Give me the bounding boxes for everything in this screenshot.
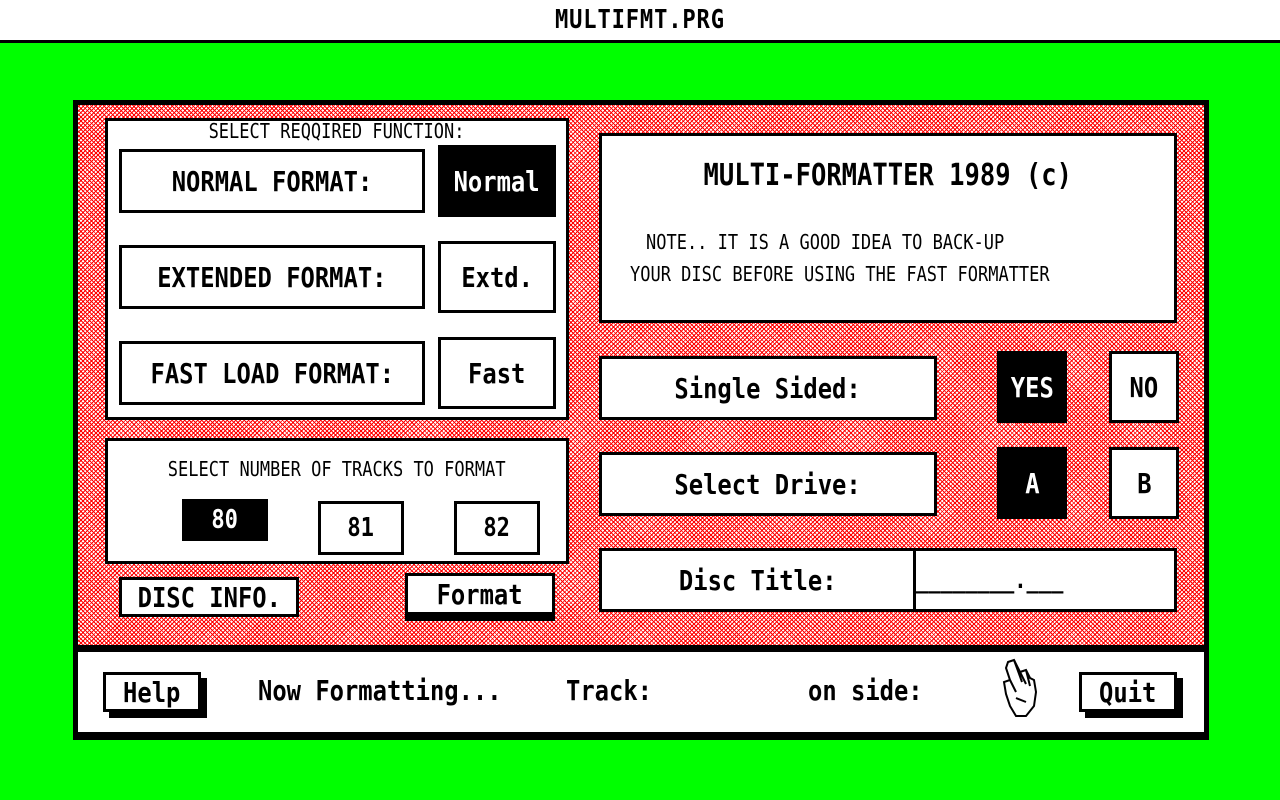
note-line-1: NOTE.. IT IS A GOOD IDEA TO BACK-UP [646, 230, 1005, 254]
function-panel: SELECT REQQIRED FUNCTION: NORMAL FORMAT:… [105, 118, 569, 420]
normal-format-label: NORMAL FORMAT: [119, 149, 425, 213]
format-button[interactable]: Format [405, 573, 555, 615]
status-bar: Help Now Formatting... Track: on side: Q… [78, 652, 1204, 732]
fast-format-label: FAST LOAD FORMAT: [119, 341, 425, 405]
formatting-status: Now Formatting... [258, 674, 502, 707]
extended-format-label: EXTENDED FORMAT: [119, 245, 425, 309]
tracks-panel: SELECT NUMBER OF TRACKS TO FORMAT 80 81 … [105, 438, 569, 564]
help-button[interactable]: Help [103, 672, 201, 712]
track-label: Track: [566, 674, 652, 707]
select-drive-label: Select Drive: [599, 452, 937, 516]
side-label: on side: [808, 674, 923, 707]
quit-button[interactable]: Quit [1079, 672, 1177, 712]
note-line-2: YOUR DISC BEFORE USING THE FAST FORMATTE… [630, 262, 1050, 286]
single-sided-yes-button[interactable]: YES [997, 351, 1067, 423]
drive-a-button[interactable]: A [997, 447, 1067, 519]
disc-title-field: Disc Title: ________.___ [599, 548, 1177, 612]
normal-format-button[interactable]: Normal [438, 145, 556, 217]
tracks-82-button[interactable]: 82 [454, 501, 540, 555]
dialog-background: SELECT REQQIRED FUNCTION: NORMAL FORMAT:… [78, 105, 1204, 645]
fast-format-button[interactable]: Fast [438, 337, 556, 409]
formatter-dialog: SELECT REQQIRED FUNCTION: NORMAL FORMAT:… [73, 100, 1209, 740]
program-title: MULTI-FORMATTER 1989 (c) [703, 158, 1073, 193]
disc-title-input[interactable]: ________.___ [916, 551, 1174, 609]
info-panel: MULTI-FORMATTER 1989 (c) NOTE.. IT IS A … [599, 133, 1177, 323]
extended-format-button[interactable]: Extd. [438, 241, 556, 313]
window-title-bar[interactable]: MULTIFMT.PRG [0, 0, 1280, 43]
pointing-hand-icon [1000, 658, 1040, 722]
single-sided-label: Single Sided: [599, 356, 937, 420]
single-sided-no-button[interactable]: NO [1109, 351, 1179, 423]
tracks-heading: SELECT NUMBER OF TRACKS TO FORMAT [168, 457, 506, 481]
disc-info-button[interactable]: DISC INFO. [119, 577, 299, 617]
tracks-81-button[interactable]: 81 [318, 501, 404, 555]
window-title: MULTIFMT.PRG [555, 5, 725, 35]
function-heading: SELECT REQQIRED FUNCTION: [209, 119, 465, 143]
drive-b-button[interactable]: B [1109, 447, 1179, 519]
tracks-80-button[interactable]: 80 [182, 499, 268, 541]
disc-title-label: Disc Title: [678, 563, 837, 597]
